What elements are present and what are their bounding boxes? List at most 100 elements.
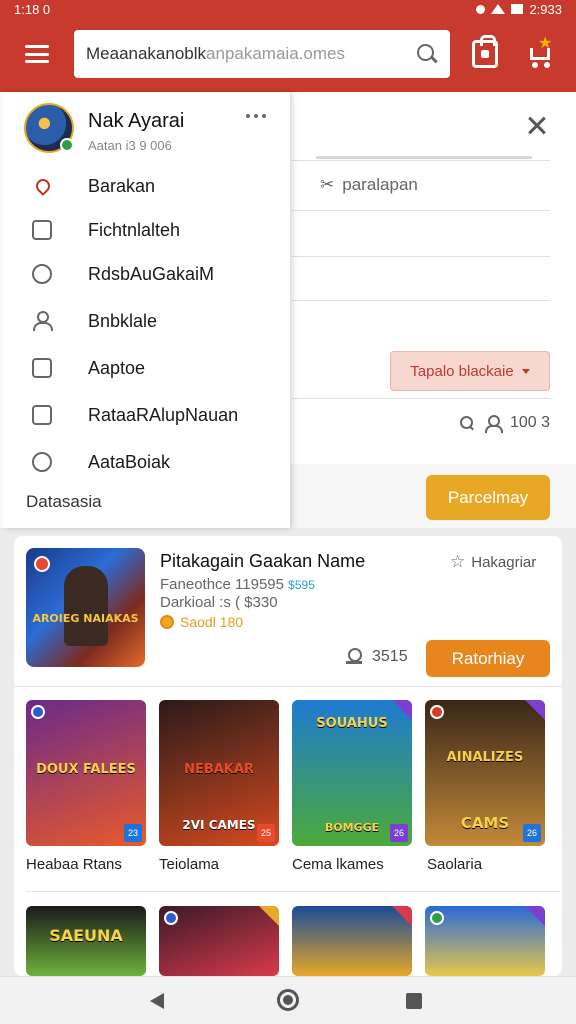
game-listing: AROIEG NAIAKAS Pitakagain Gaakan Name Fa… [14, 536, 562, 976]
game-tile[interactable]: DOUX FALEES 23 [26, 700, 146, 846]
drawer-item-2[interactable]: Fichtnlalteh [2, 208, 290, 252]
app-bar: Meaanakanoblkanpakamaia.omes ★ [0, 18, 576, 92]
stat-value: 100 3 [510, 414, 551, 431]
featured-detail-2: Darkioal :s ( $330 [160, 594, 278, 611]
game-rating-badge: 23 [124, 824, 142, 842]
game-rating-badge: 25 [257, 824, 275, 842]
game-rating-badge: 26 [523, 824, 541, 842]
profile-subtitle: Aatan i3 9 006 [88, 138, 172, 153]
game-badge-icon [31, 705, 45, 719]
featured-game-title[interactable]: Pitakagain Gaakan Name [160, 551, 365, 572]
featured-buy-button[interactable]: Ratorhiay [426, 640, 550, 677]
status-bar: 1:18 0 2:933 [0, 0, 576, 18]
online-status-icon [60, 138, 74, 152]
chevron-down-icon [521, 368, 530, 374]
drawer-item-3[interactable]: RdsbAuGakaiM [2, 252, 290, 296]
featured-detail-accent: $595 [288, 578, 315, 592]
game-badge-icon [430, 705, 444, 719]
sort-label: Tapalo blackaie [410, 362, 514, 380]
drawer-item-label: Aaptoe [88, 357, 146, 378]
stats-row: 100 3 [460, 414, 551, 433]
featured-price: Saodl 180 [160, 614, 243, 630]
bluetooth-icon [476, 4, 486, 14]
thumbnail-caption: AROIEG NAIAKAS [32, 612, 139, 625]
divider [292, 160, 550, 161]
hero-figure [64, 566, 108, 646]
drawer-item-6[interactable]: RataaRAlupNauan [2, 393, 290, 437]
recent-apps-icon[interactable] [406, 993, 422, 1009]
status-icons: 2:933 [476, 2, 562, 17]
game-tile[interactable] [425, 906, 545, 976]
document-icon [32, 220, 52, 240]
system-nav-bar [0, 976, 576, 1024]
game-art-title: DOUX FALEES [36, 762, 136, 777]
drawer-item-label: RdsbAuGakaiM [88, 263, 215, 284]
status-time: 1:18 0 [14, 1, 51, 17]
drawer-item-label: RataaRAlupNauan [88, 404, 239, 425]
game-rating-badge: 26 [390, 824, 408, 842]
filter-label: paralapan [342, 175, 418, 194]
game-badge-icon [164, 911, 178, 925]
more-options-icon[interactable] [246, 114, 266, 118]
wishlist-label: Hakagriar [471, 553, 537, 571]
game-tile[interactable] [159, 906, 279, 976]
featured-detail-text: Faneothce 119595 [160, 576, 284, 593]
filter-option[interactable]: ✂ paralapan [320, 175, 418, 195]
divider [14, 686, 562, 687]
game-tile[interactable]: NEBAKAR 2VI CAMES 25 [159, 700, 279, 846]
corner-tag-icon [392, 906, 412, 926]
navigation-drawer: Nak Ayarai Aatan i3 9 006 Barakan Fichtn… [2, 92, 290, 528]
game-title[interactable]: Cema lkames [292, 856, 384, 873]
drawer-item-label: Fichtnlalteh [88, 219, 181, 240]
player-count-value: 3515 [372, 648, 408, 665]
game-title[interactable]: Saolaria [427, 856, 482, 873]
divider [26, 891, 560, 892]
game-tile[interactable]: SAEUNA [26, 906, 146, 976]
sort-dropdown[interactable]: Tapalo blackaie [390, 351, 550, 391]
featured-game-thumbnail[interactable]: AROIEG NAIAKAS [26, 548, 145, 667]
divider [292, 398, 550, 399]
featured-detail: Faneothce 119595 $595 [160, 576, 315, 593]
divider [292, 300, 550, 301]
drawer-item-1[interactable]: Barakan [2, 164, 290, 208]
game-art-title: AINALIZES [446, 750, 524, 765]
game-tile[interactable]: SOUAHUS BOMGGE 26 [292, 700, 412, 846]
close-icon[interactable] [526, 114, 550, 138]
wishlist-toggle[interactable]: ☆ Hakagriar [450, 552, 536, 572]
corner-tag-icon [525, 906, 545, 926]
menu-button[interactable] [22, 42, 52, 66]
drawer-item-4[interactable]: Bnbklale [2, 299, 290, 343]
game-tile[interactable] [292, 906, 412, 976]
user-icon [484, 415, 503, 433]
game-art-title: NEBAKAR [184, 762, 254, 777]
drawer-item-5[interactable]: Aaptoe [2, 346, 290, 390]
cart-icon[interactable]: ★ [526, 36, 554, 68]
profile-name: Nak Ayarai [88, 110, 185, 132]
drawer-footer[interactable]: Datasasia [26, 492, 102, 512]
home-icon[interactable] [277, 989, 299, 1011]
person-icon [32, 311, 53, 331]
search-placeholder: anpakamaia.omes [206, 44, 345, 63]
game-tile[interactable]: AINALIZES CAMS 26 [425, 700, 545, 846]
star-icon: ☆ [450, 552, 466, 571]
corner-tag-icon [259, 906, 279, 926]
divider [292, 210, 550, 211]
search-icon[interactable] [416, 43, 438, 65]
tools-icon: ✂ [320, 175, 335, 194]
coin-icon [160, 615, 174, 629]
back-icon[interactable] [150, 993, 164, 1009]
player-icon [346, 648, 362, 666]
game-title[interactable]: Teiolama [159, 856, 219, 873]
location-pin-icon [33, 176, 53, 196]
search-icon [460, 416, 474, 430]
game-title[interactable]: Heabaa Rtans [26, 856, 122, 873]
drawer-item-label: AataBoiak [88, 451, 171, 472]
search-bar[interactable]: Meaanakanoblkanpakamaia.omes [74, 30, 450, 78]
player-count: 3515 [346, 648, 408, 666]
purchase-button[interactable]: Parcelmay [426, 475, 550, 520]
shopping-bag-icon[interactable] [472, 35, 498, 68]
search-value: Meaanakanoblk [86, 44, 207, 63]
drawer-item-7[interactable]: AataBoiak [2, 440, 290, 484]
game-badge-icon [430, 911, 444, 925]
search-input[interactable]: Meaanakanoblkanpakamaia.omes [86, 44, 416, 64]
